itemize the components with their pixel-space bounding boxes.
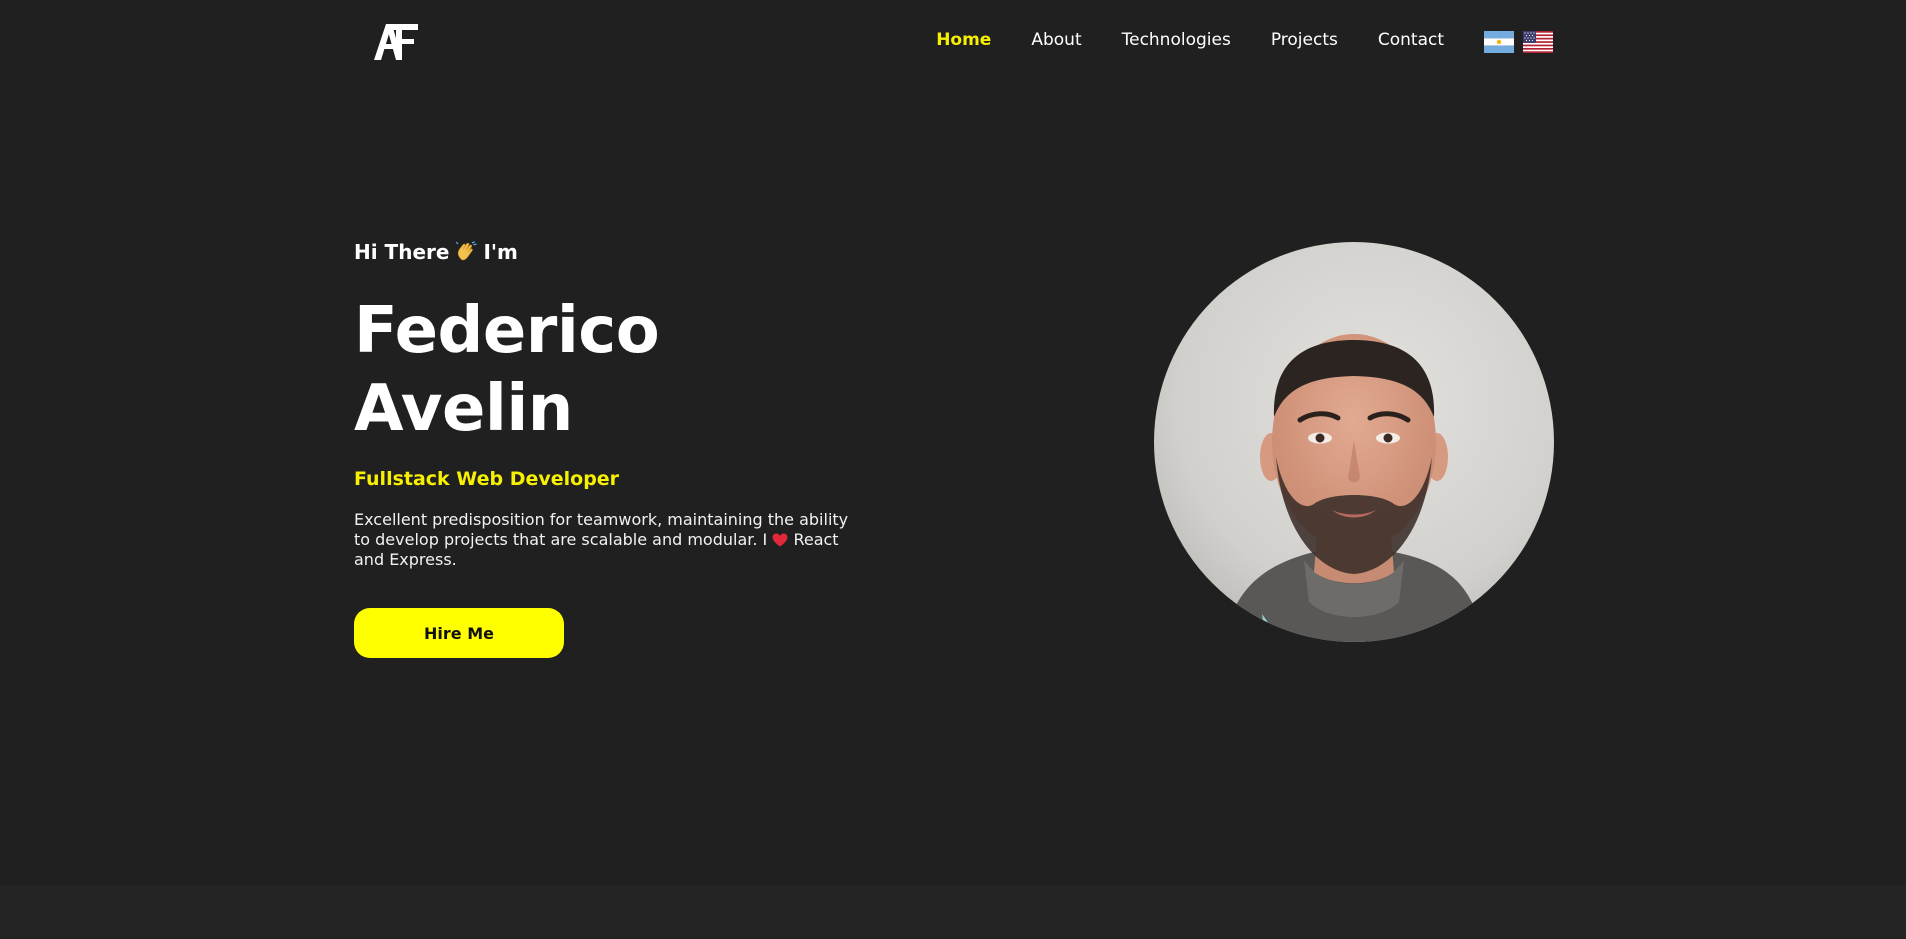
last-name: Avelin [354, 372, 573, 446]
usa-flag-icon[interactable] [1523, 31, 1553, 53]
portrait-image [1154, 242, 1554, 642]
greeting-text: Hi There [354, 240, 450, 264]
profile-photo [1154, 242, 1554, 642]
greeting: Hi There I'm [354, 240, 874, 264]
nav-link-technologies[interactable]: Technologies [1122, 30, 1231, 50]
portfolio-page: Home About Technologies Projects Contact [0, 0, 1906, 939]
job-title: Fullstack Web Developer [354, 468, 620, 490]
hero-section: Hi There I'm Federico Avelin Fullstack W… [354, 240, 874, 658]
greeting-suffix: I'm [483, 240, 518, 264]
heart-icon [772, 533, 788, 547]
nav-link-home[interactable]: Home [936, 30, 991, 50]
footer-band [0, 885, 1906, 939]
af-logo[interactable] [370, 20, 422, 62]
nav-link-projects[interactable]: Projects [1271, 30, 1338, 50]
hire-me-button[interactable]: Hire Me [354, 608, 564, 658]
language-switcher [1484, 31, 1553, 53]
description: Excellent predisposition for teamwork, m… [354, 510, 852, 570]
nav-links: Home About Technologies Projects Contact [936, 30, 1444, 50]
first-name: Federico [354, 294, 660, 368]
nav-link-about[interactable]: About [1031, 30, 1081, 50]
argentina-flag-icon[interactable] [1484, 31, 1514, 53]
waving-hand-icon [456, 241, 478, 261]
navbar: Home About Technologies Projects Contact [0, 0, 1906, 82]
nav-link-contact[interactable]: Contact [1378, 30, 1444, 50]
